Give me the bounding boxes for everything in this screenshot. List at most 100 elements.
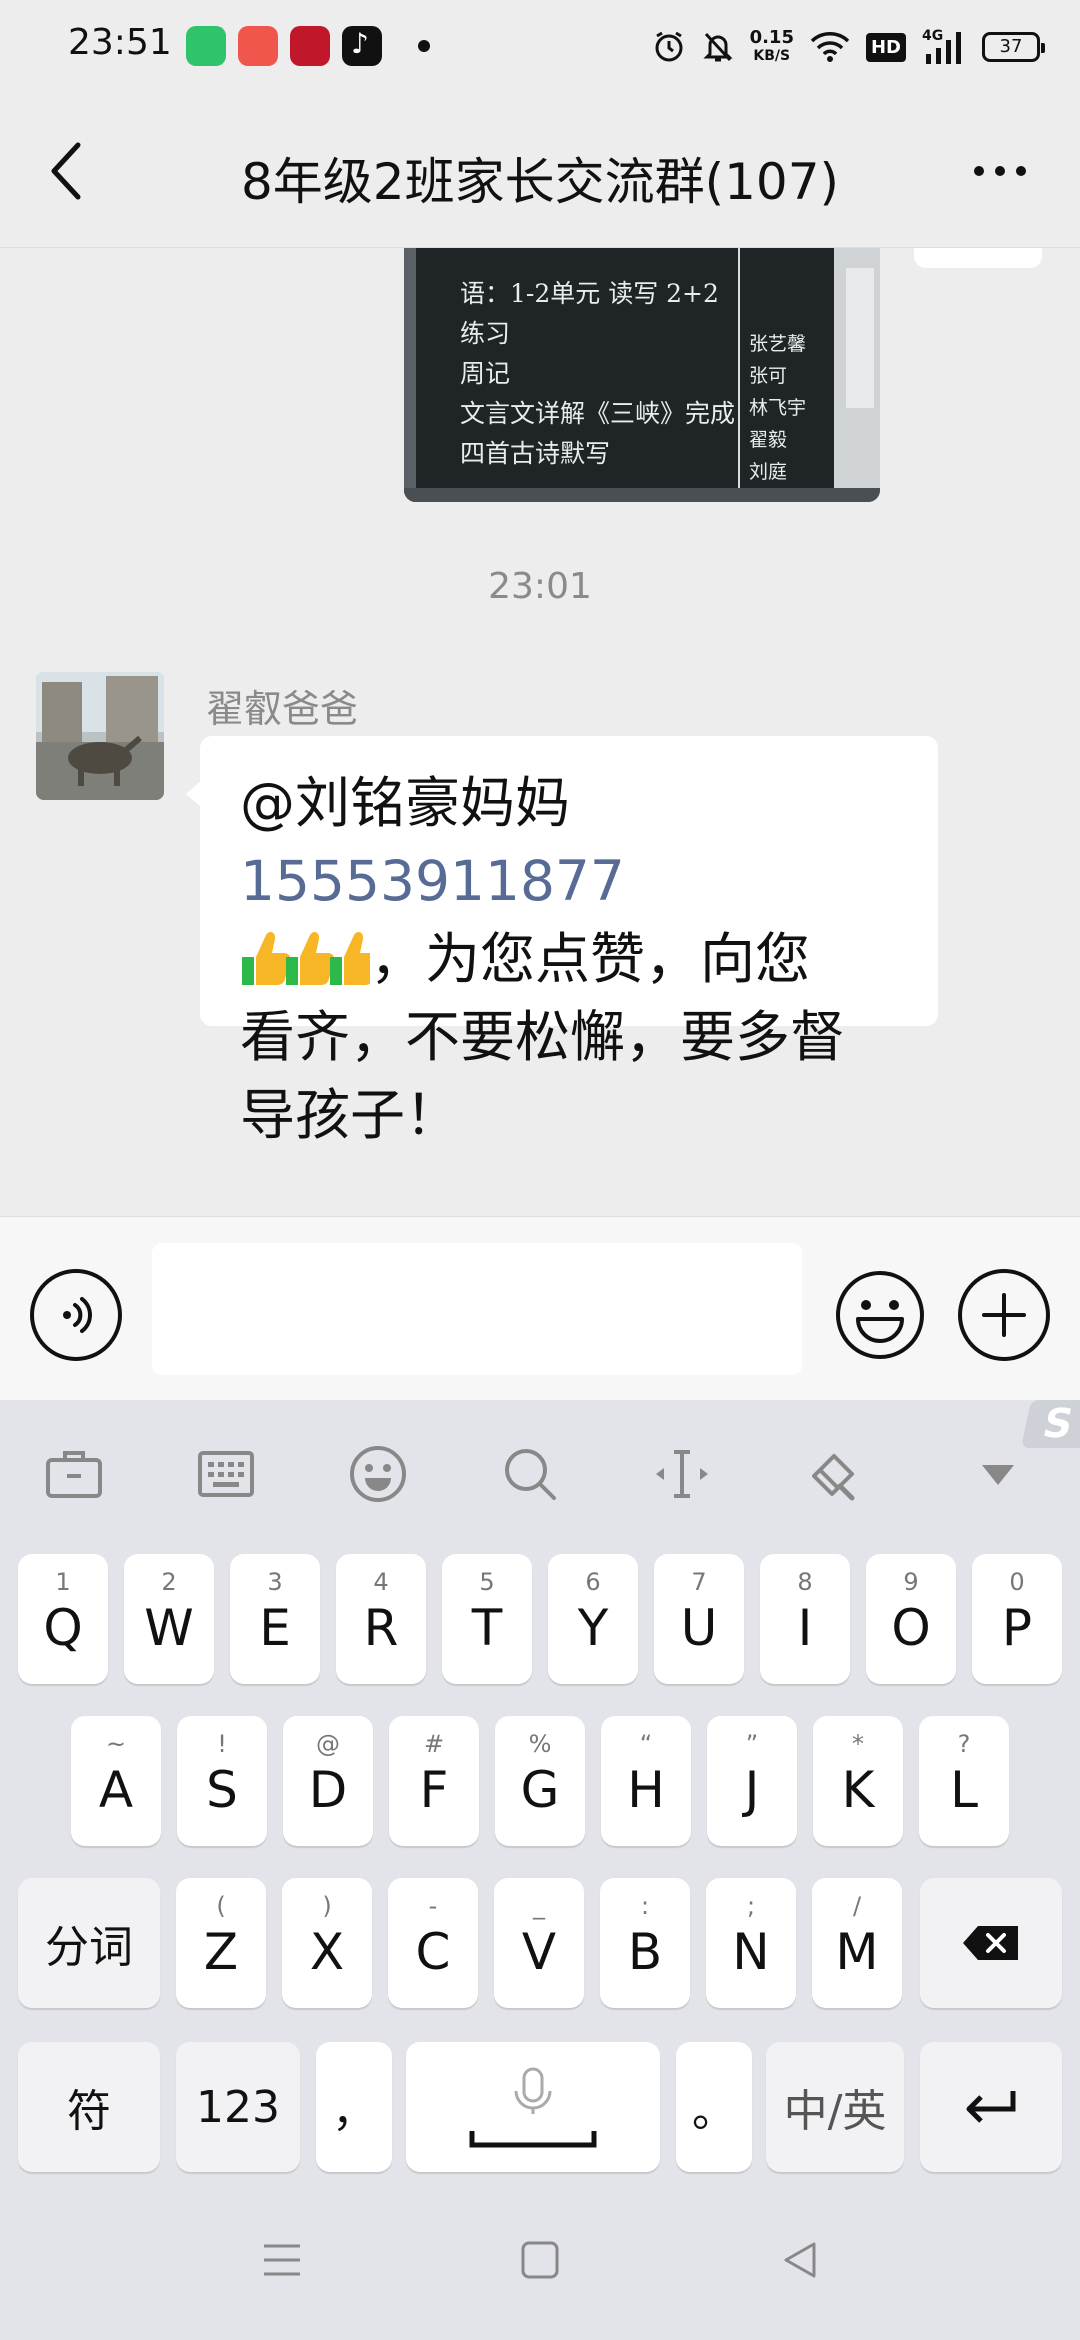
keyboard-icon[interactable]	[196, 1444, 256, 1504]
emoji-icon[interactable]	[348, 1444, 408, 1504]
status-bar: 23:51 0.15 KB/S HD 4G 37	[0, 0, 1080, 96]
emoji-button[interactable]	[834, 1269, 926, 1361]
voice-button[interactable]	[30, 1269, 122, 1361]
key-c[interactable]: -C	[388, 1878, 478, 2008]
key-label: W	[144, 1599, 194, 1657]
key-hint: #	[423, 1730, 445, 1758]
cursor-icon[interactable]	[652, 1444, 712, 1504]
menu-icon	[264, 2244, 300, 2276]
key-label: R	[363, 1599, 399, 1657]
key-k[interactable]: * K	[813, 1716, 903, 1846]
menu-nav-button[interactable]	[252, 2230, 312, 2290]
previous-message-bubble[interactable]	[914, 248, 1042, 268]
key-g[interactable]: % G	[495, 1716, 585, 1846]
key-l[interactable]: ? L	[919, 1716, 1009, 1846]
back-nav-button[interactable]	[770, 2230, 830, 2290]
key-hint: %	[528, 1730, 552, 1758]
thumbs-up-icon	[242, 931, 370, 985]
message-line: 看齐，不要松懈，要多督	[240, 1005, 846, 1069]
search-icon[interactable]	[500, 1444, 560, 1504]
briefcase-icon[interactable]	[44, 1444, 104, 1504]
tiktok-icon	[342, 26, 382, 66]
key-e[interactable]: 3E	[230, 1554, 320, 1684]
key-b[interactable]: :B	[600, 1878, 690, 2008]
message-input[interactable]	[152, 1243, 802, 1375]
key-d[interactable]: @ D	[283, 1716, 373, 1846]
key-label: L	[950, 1761, 978, 1819]
mention-text[interactable]: @刘铭豪妈妈	[240, 764, 902, 842]
message-bubble[interactable]: @刘铭豪妈妈 15553911877 ，为您点赞，向您 看齐，不要松懈，要多督 …	[186, 736, 938, 1147]
key-hint: ;	[746, 1892, 756, 1920]
plus-button[interactable]	[958, 1269, 1050, 1361]
key-label: M	[835, 1923, 879, 1981]
collapse-icon[interactable]	[968, 1444, 1028, 1504]
key-label: D	[308, 1761, 348, 1819]
phone-number-link[interactable]: 15553911877	[240, 842, 902, 920]
key-h[interactable]: “H	[601, 1716, 691, 1846]
key-j[interactable]: ” J	[707, 1716, 797, 1846]
backspace-key[interactable]	[920, 1878, 1062, 2008]
key-v[interactable]: _ V	[494, 1878, 584, 2008]
key-label: P	[1001, 1599, 1033, 1657]
key-z[interactable]: (Z	[176, 1878, 266, 2008]
blackboard-name: 林飞宇	[749, 397, 807, 419]
key-y[interactable]: 6Y	[548, 1554, 638, 1684]
blackboard-line: 周记	[460, 359, 511, 388]
key-label: K	[841, 1761, 875, 1819]
comma-key[interactable]: ，	[316, 2042, 392, 2172]
back-triangle-icon	[784, 2242, 816, 2278]
sender-name: 翟叡爸爸	[206, 687, 359, 731]
image-message-blackboard[interactable]: 语：1-2单元 读写 2+2 练习 周记 文言文详解《三峡》完成 四首古诗默写 …	[404, 248, 880, 502]
key-m[interactable]: / M	[812, 1878, 902, 2008]
wechat-work-icon	[186, 26, 226, 66]
message-text: ，为您点赞，向您	[370, 927, 811, 991]
number-key[interactable]: 123	[176, 2042, 300, 2172]
key-hint: 5	[479, 1568, 495, 1596]
key-t[interactable]: 5T	[442, 1554, 532, 1684]
key-label: T	[471, 1599, 503, 1657]
language-switch-key[interactable]: 中/英	[766, 2042, 904, 2172]
symbol-key[interactable]: 符	[18, 2042, 160, 2172]
more-options-button[interactable]	[960, 146, 1040, 196]
key-q[interactable]: 1Q	[18, 1554, 108, 1684]
home-square-icon	[521, 2241, 559, 2279]
key-o[interactable]: 9O	[866, 1554, 956, 1684]
key-x[interactable]: ) X	[282, 1878, 372, 2008]
signal-icon: 4G	[922, 28, 966, 66]
enter-key[interactable]	[920, 2042, 1062, 2172]
key-u[interactable]: 7U	[654, 1554, 744, 1684]
key-hint: !	[217, 1730, 227, 1758]
emoji-icon	[836, 1271, 924, 1359]
blackboard-name: 翟毅	[749, 429, 788, 451]
key-a[interactable]: ~ A	[71, 1716, 161, 1846]
key-label: I	[797, 1599, 813, 1657]
key-label: J	[744, 1761, 760, 1819]
avatar[interactable]	[36, 672, 164, 800]
key-label: Y	[577, 1599, 609, 1657]
key-w[interactable]: 2W	[124, 1554, 214, 1684]
key-r[interactable]: 4R	[336, 1554, 426, 1684]
home-nav-button[interactable]	[510, 2230, 570, 2290]
key-hint: )	[322, 1892, 332, 1920]
input-bar	[0, 1216, 1080, 1400]
net-speed: 0.15 KB/S	[749, 27, 794, 65]
space-key[interactable]	[406, 2042, 660, 2172]
key-f[interactable]: # F	[389, 1716, 479, 1846]
key-s[interactable]: ! S	[177, 1716, 267, 1846]
blackboard-line: 练习	[460, 319, 511, 348]
wifi-icon	[810, 28, 850, 66]
period-key[interactable]: 。	[676, 2042, 752, 2172]
key-i[interactable]: 8I	[760, 1554, 850, 1684]
key-p[interactable]: 0P	[972, 1554, 1062, 1684]
key-hint: :	[640, 1892, 650, 1920]
blackboard-name: 张可	[749, 365, 788, 387]
paint-icon[interactable]	[804, 1444, 864, 1504]
key-label: N	[732, 1923, 770, 1981]
key-label: C	[415, 1923, 451, 1981]
segment-key[interactable]: 分词	[18, 1878, 160, 2008]
key-hint: 7	[691, 1568, 707, 1596]
key-n[interactable]: ; N	[706, 1878, 796, 2008]
key-label: E	[259, 1599, 291, 1657]
mute-bell-icon	[702, 28, 734, 66]
chat-message-list[interactable]: 语：1-2单元 读写 2+2 练习 周记 文言文详解《三峡》完成 四首古诗默写 …	[0, 248, 1080, 1216]
